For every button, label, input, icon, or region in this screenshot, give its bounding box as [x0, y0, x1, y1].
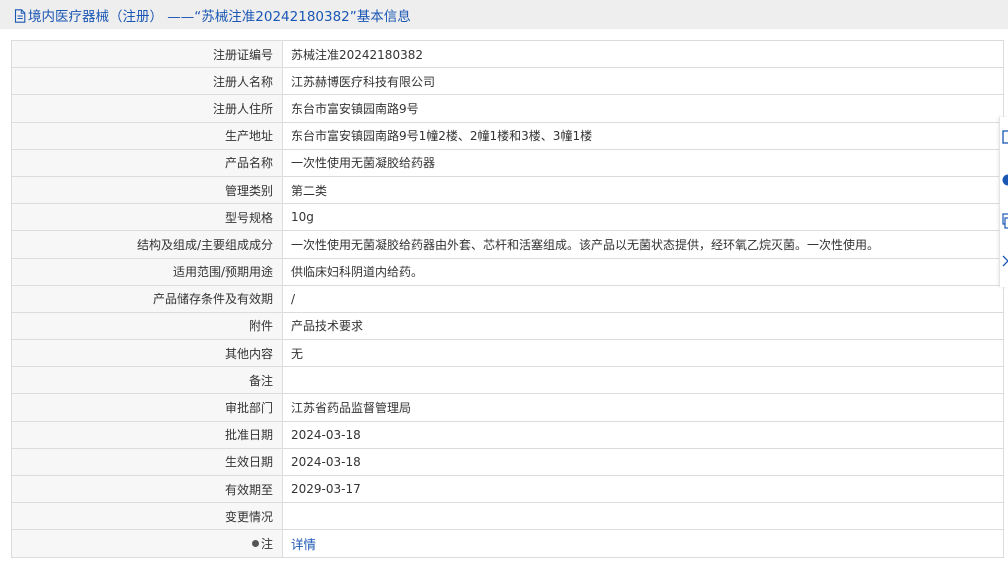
row-label: 管理类别 [11, 175, 283, 205]
row-label: 生产地址 [11, 121, 283, 150]
row-value: 10g [282, 203, 1004, 232]
row-label: 注册人住所 [11, 94, 283, 123]
row-label: 附件 [11, 311, 283, 341]
row-value: 产品技术要求 [282, 311, 1004, 341]
row-label: 注册证编号 [11, 40, 283, 69]
info-table-body: 注册证编号 苏械注准20242180382 注册人名称 江苏赫博医疗科技有限公司 注… [11, 40, 1004, 558]
row-label: 结构及组成/主要组成成分 [11, 230, 283, 259]
row-label: 批准日期 [11, 420, 283, 449]
row-label: 注册人名称 [11, 67, 283, 96]
row-value: 江苏省药品监督管理局 [282, 393, 1004, 422]
table-row: 审批部门 江苏省药品监督管理局 [11, 393, 1004, 422]
page-title: 境内医疗器械（注册） ——“苏械注准20242180382”基本信息 [28, 8, 411, 25]
row-value: 苏械注准20242180382 [282, 40, 1004, 69]
table-row: 备注 [11, 366, 1004, 395]
expand-icon[interactable] [1001, 253, 1008, 269]
row-value: 一次性使用无菌凝胶给药器由外套、芯杆和活塞组成。该产品以无菌状态提供，经环氧乙烷… [282, 230, 1004, 259]
row-label: 适用范围/预期用途 [11, 257, 283, 286]
table-row: 生效日期 2024-03-18 [11, 447, 1004, 477]
note-dot-icon [251, 539, 259, 547]
copy-icon[interactable] [1001, 213, 1008, 229]
note-row: 注 详情 [11, 529, 1004, 558]
row-value: 江苏赫博医疗科技有限公司 [282, 67, 1004, 96]
circle-icon[interactable] [1001, 172, 1008, 188]
detail-link[interactable]: 详情 [291, 537, 316, 552]
table-row: 注册人名称 江苏赫博医疗科技有限公司 [11, 67, 1004, 96]
row-label: 审批部门 [11, 393, 283, 422]
table-row: 型号规格 10g [11, 203, 1004, 232]
note-label-cell: 注 [11, 529, 283, 558]
row-value: 东台市富安镇园南路9号 [282, 94, 1004, 123]
row-value: 东台市富安镇园南路9号1幢2楼、2幢1楼和3楼、3幢1楼 [282, 121, 1004, 150]
row-label: 其他内容 [11, 339, 283, 368]
table-row: 产品储存条件及有效期 / [11, 284, 1004, 313]
row-value: 2029-03-17 [282, 474, 1004, 504]
info-table-wrapper: 注册证编号 苏械注准20242180382 注册人名称 江苏赫博医疗科技有限公司 注… [11, 40, 1004, 587]
table-row: 其他内容无 [11, 339, 1004, 368]
table-row: 管理类别 第二类 [11, 175, 1004, 205]
row-label: 型号规格 [11, 203, 283, 232]
document-icon [14, 8, 26, 23]
note-label: 注 [260, 536, 273, 551]
row-label: 变更情况 [11, 502, 283, 531]
row-label: 产品名称 [11, 148, 283, 177]
page: 境内医疗器械（注册） ——“苏械注准20242180382”基本信息 注册证编号… [0, 0, 1008, 587]
table-row: 变更情况 [11, 502, 1004, 531]
row-value: 无 [282, 339, 1004, 368]
row-value: / [282, 284, 1004, 313]
row-label: 备注 [11, 366, 283, 395]
note-value-cell: 详情 [282, 529, 1004, 558]
table-row: 注册人住所 东台市富安镇园南路9号 [11, 94, 1004, 123]
side-toolbar [999, 117, 1008, 287]
table-row: 注册证编号 苏械注准20242180382 [11, 40, 1004, 69]
row-value: 第二类 [282, 175, 1004, 205]
row-value: 2024-03-18 [282, 447, 1004, 477]
page-header: 境内医疗器械（注册） ——“苏械注准20242180382”基本信息 [0, 0, 1008, 29]
table-row: 产品名称 一次性使用无菌凝胶给药器 [11, 148, 1004, 177]
info-table: 注册证编号 苏械注准20242180382 注册人名称 江苏赫博医疗科技有限公司 注… [11, 40, 1004, 558]
table-row: 结构及组成/主要组成成分 一次性使用无菌凝胶给药器由外套、芯杆和活塞组成。该产品以… [11, 230, 1004, 259]
row-label: 有效期至 [11, 474, 283, 504]
row-value [282, 502, 1004, 531]
table-row: 适用范围/预期用途 供临床妇科阴道内给药。 [11, 257, 1004, 286]
row-value: 供临床妇科阴道内给药。 [282, 257, 1004, 286]
row-label: 产品储存条件及有效期 [11, 284, 283, 313]
row-value [282, 366, 1004, 395]
table-row: 批准日期 2024-03-18 [11, 420, 1004, 449]
table-row: 生产地址 东台市富安镇园南路9号1幢2楼、2幢1楼和3楼、3幢1楼 [11, 121, 1004, 150]
row-label: 生效日期 [11, 447, 283, 477]
table-row: 附件 产品技术要求 [11, 311, 1004, 341]
row-value: 2024-03-18 [282, 420, 1004, 449]
row-value: 一次性使用无菌凝胶给药器 [282, 148, 1004, 177]
square-icon[interactable] [1001, 129, 1008, 145]
table-row: 有效期至 2029-03-17 [11, 474, 1004, 504]
